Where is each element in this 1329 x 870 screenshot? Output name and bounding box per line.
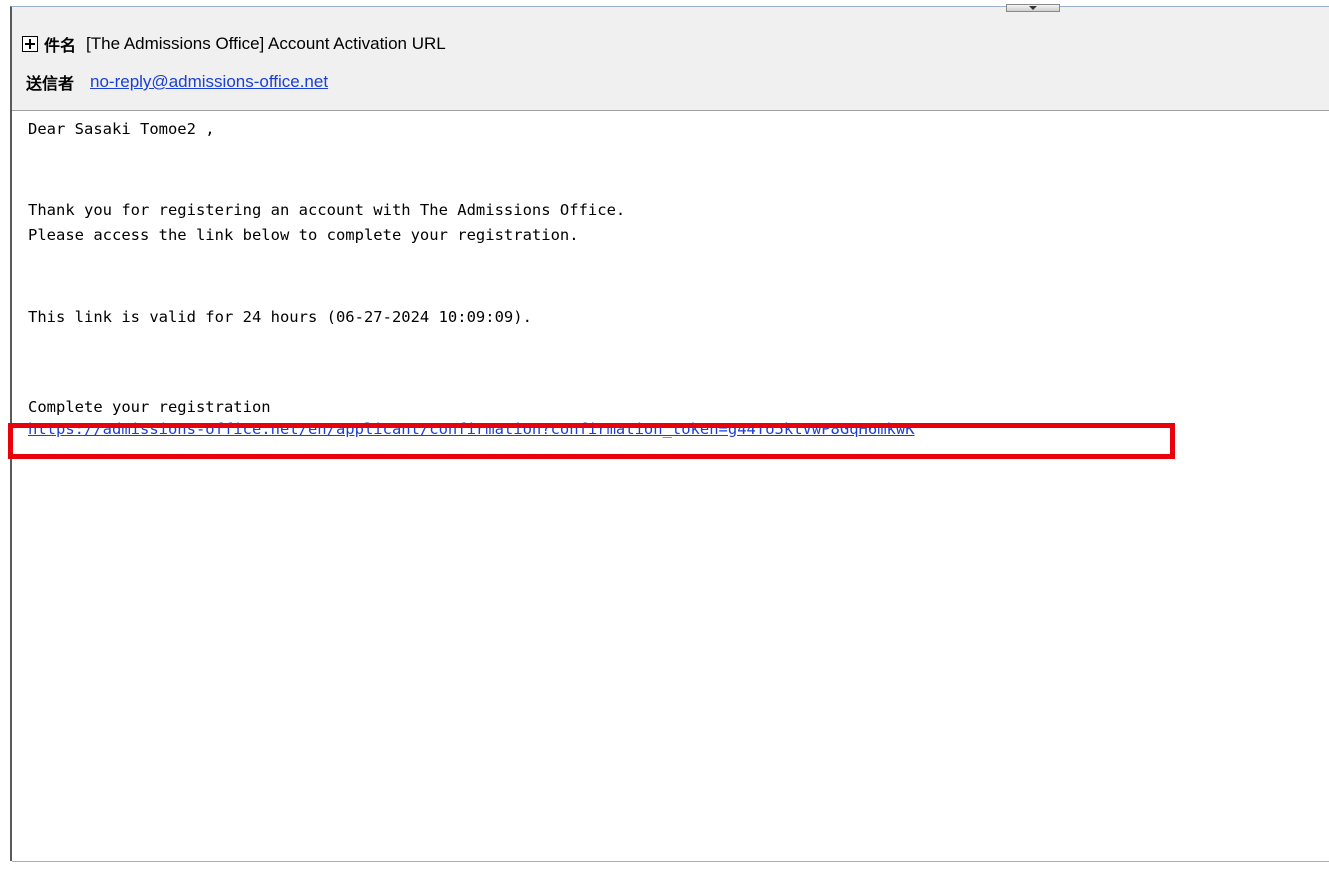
validity-text: This link is valid for 24 hours (06-27-2… — [28, 308, 532, 326]
sender-label: 送信者 — [26, 74, 75, 93]
body-line-2: Please access the link below to complete… — [28, 226, 579, 244]
confirmation-link[interactable]: https://admissions-office.net/en/applica… — [28, 417, 915, 441]
plus-box-icon[interactable] — [22, 36, 38, 52]
subject-label: 件名 — [44, 36, 77, 55]
chevron-down-icon — [1029, 6, 1037, 10]
email-preview-pane: 件名 [The Admissions Office] Account Activ… — [8, 4, 1329, 862]
body-line-1: Thank you for registering an account wit… — [28, 201, 626, 219]
email-body: Dear Sasaki Tomoe2 , Thank you for regis… — [8, 111, 1329, 862]
greeting-text: Dear Sasaki Tomoe2 , — [28, 120, 215, 138]
subject-row: 件名 [The Admissions Office] Account Activ… — [12, 29, 446, 59]
cta-label: Complete your registration — [28, 398, 271, 416]
email-header: 件名 [The Admissions Office] Account Activ… — [12, 4, 1329, 111]
sender-email-link[interactable]: no-reply@admissions-office.net — [90, 72, 328, 92]
header-collapse-handle[interactable] — [1006, 4, 1060, 12]
subject-text: [The Admissions Office] Account Activati… — [86, 34, 446, 53]
sender-row: 送信者 no-reply@admissions-office.net — [12, 67, 328, 97]
